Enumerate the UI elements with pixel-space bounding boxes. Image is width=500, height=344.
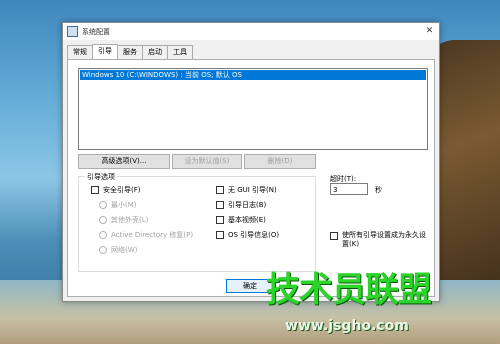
alternate-shell-radio[interactable] [99,216,107,224]
active-directory-radio[interactable] [99,231,107,239]
alternate-shell-label: 其他外壳(L) [111,216,149,224]
os-list-item[interactable]: Windows 10 (C:\WINDOWS) : 当前 OS; 默认 OS [80,70,426,80]
tab-tools[interactable]: 工具 [167,45,193,59]
network-label: 网络(W) [111,246,138,254]
watermark-logo: 技术员联盟 [266,270,432,310]
minimal-option[interactable]: 最小(M) [99,200,137,210]
boot-tab-panel: Windows 10 (C:\WINDOWS) : 当前 OS; 默认 OS 高… [67,59,435,297]
tab-startup[interactable]: 启动 [142,45,168,59]
boot-log-label: 引导日志(B) [228,201,267,209]
tab-boot[interactable]: 引导 [92,44,118,59]
safe-boot-option[interactable]: 安全引导(F) [91,185,141,195]
safe-boot-label: 安全引导(F) [103,186,141,194]
no-gui-boot-option[interactable]: 无 GUI 引导(N) [216,185,277,195]
advanced-options-button[interactable]: 高级选项(V)... [78,154,170,169]
no-gui-boot-checkbox[interactable] [216,186,224,194]
minimal-label: 最小(M) [111,201,137,209]
os-boot-info-checkbox[interactable] [216,231,224,239]
network-radio[interactable] [99,246,107,254]
base-video-option[interactable]: 基本视频(E) [216,215,266,225]
make-permanent-option[interactable]: 使所有引导设置成为永久设置(K) [330,231,430,249]
tab-services[interactable]: 服务 [117,45,143,59]
os-boot-info-option[interactable]: OS 引导信息(O) [216,230,279,240]
os-list[interactable]: Windows 10 (C:\WINDOWS) : 当前 OS; 默认 OS [78,68,428,150]
alternate-shell-option[interactable]: 其他外壳(L) [99,215,148,225]
base-video-label: 基本视频(E) [228,216,266,224]
timeout-unit: 秒 [375,186,382,194]
tab-general[interactable]: 常规 [67,45,93,59]
no-gui-boot-label: 无 GUI 引导(N) [228,186,277,194]
active-directory-label: Active Directory 修复(P) [111,231,194,239]
active-directory-option[interactable]: Active Directory 修复(P) [99,230,193,240]
app-icon [67,26,78,37]
base-video-checkbox[interactable] [216,216,224,224]
tab-bar: 常规 引导 服务 启动 工具 [67,44,193,59]
watermark-url: www.jsgho.com [285,318,409,334]
boot-log-option[interactable]: 引导日志(B) [216,200,266,210]
close-icon[interactable]: ✕ [424,26,435,37]
timeout-input[interactable]: 3 [330,183,368,195]
set-default-button[interactable]: 设为默认值(S) [172,154,242,169]
make-permanent-label: 使所有引导设置成为永久设置(K) [342,231,426,248]
window-title: 系统配置 [82,27,110,36]
minimal-radio[interactable] [99,201,107,209]
boot-options-group: 引导选项 安全引导(F) 最小(M) 其他外壳(L) Active Direct… [78,172,316,272]
make-permanent-checkbox[interactable] [330,232,338,240]
title-bar[interactable]: 系统配置 ✕ [63,23,439,40]
safe-boot-checkbox[interactable] [91,186,99,194]
network-option[interactable]: 网络(W) [99,245,137,255]
system-config-dialog: 系统配置 ✕ 常规 引导 服务 启动 工具 Windows 10 (C:\WIN… [62,22,440,302]
delete-button[interactable]: 删除(D) [244,154,316,169]
os-boot-info-label: OS 引导信息(O) [228,231,280,239]
boot-options-title: 引导选项 [85,172,117,182]
boot-log-checkbox[interactable] [216,201,224,209]
